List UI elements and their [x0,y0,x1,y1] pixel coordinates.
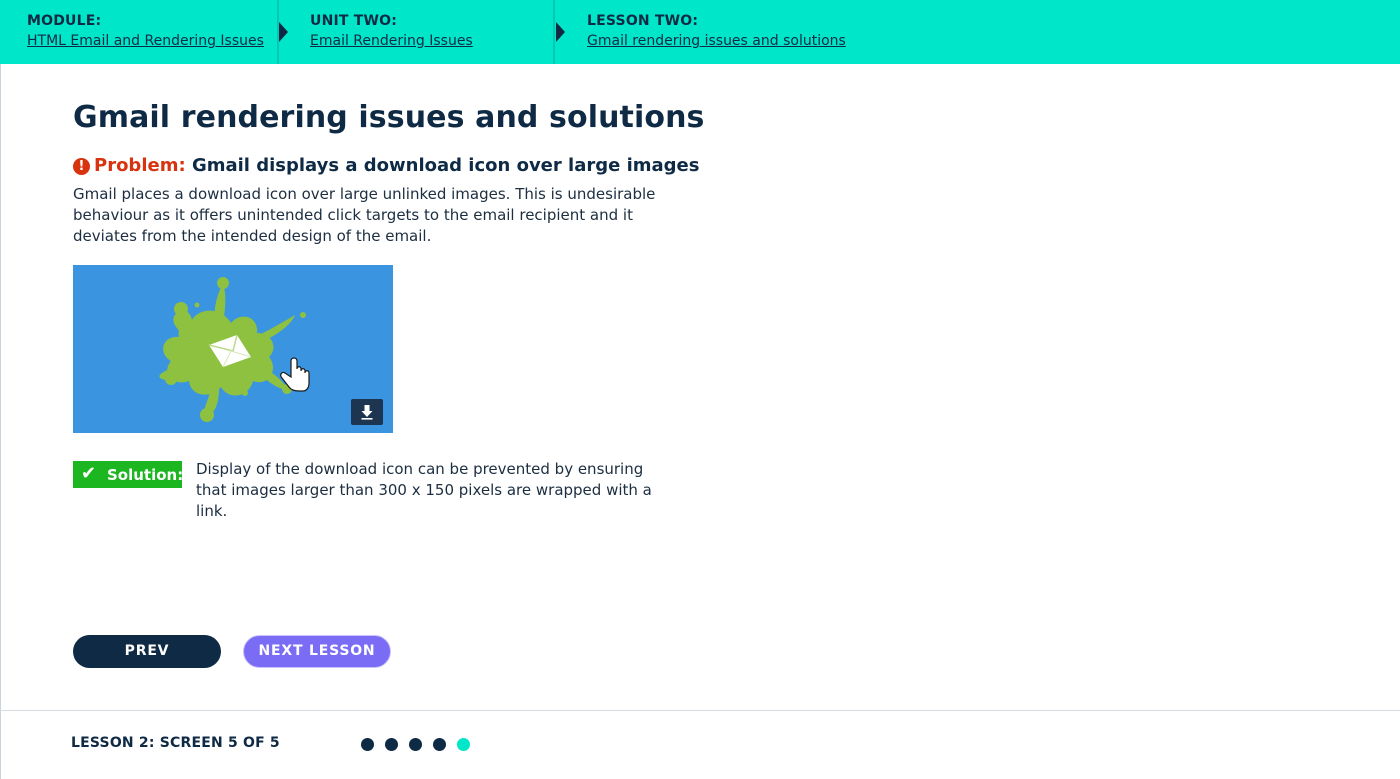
solution-badge: ✔ Solution: [73,461,184,488]
prev-button[interactable]: PREV [73,635,221,668]
breadcrumb-module-label: MODULE: [27,13,102,29]
breadcrumb-unit-label: UNIT TWO: [310,13,398,29]
solution-label: Solution: [107,466,184,484]
progress-dot-5[interactable] [457,738,470,751]
breadcrumb-unit: UNIT TWO: Email Rendering Issues [279,0,555,64]
breadcrumb-module: MODULE: HTML Email and Rendering Issues [0,0,278,64]
page-title: Gmail rendering issues and solutions [73,100,705,135]
next-lesson-button[interactable]: NEXT LESSON [243,635,391,668]
breadcrumb: MODULE: HTML Email and Rendering Issues … [0,0,1400,64]
breadcrumb-lesson-link[interactable]: Gmail rendering issues and solutions [587,33,846,49]
warning-icon: ! [73,158,90,175]
problem-label: Problem: [94,155,186,176]
left-border [0,0,1,779]
problem-text: Gmail displays a download icon over larg… [191,155,700,176]
solution-text: Display of the download icon can be prev… [196,460,652,520]
footer-divider [0,710,1400,711]
breadcrumb-lesson: LESSON TWO: Gmail rendering issues and s… [556,0,1056,64]
progress-dot-1[interactable] [361,738,374,751]
problem-heading: ! Problem: Gmail displays a download icon… [73,155,699,176]
screen-progress-label: LESSON 2: SCREEN 5 OF 5 [71,735,280,751]
progress-dot-4[interactable] [433,738,446,751]
checkmark-icon: ✔ [81,463,97,484]
download-icon [361,405,373,420]
problem-description: Gmail places a download icon over large … [73,185,656,245]
breadcrumb-lesson-label: LESSON TWO: [587,13,699,29]
download-icon-overlay[interactable] [351,399,383,425]
progress-dot-3[interactable] [409,738,422,751]
hand-cursor-icon [280,357,310,392]
breadcrumb-separator [553,0,555,64]
example-illustration [73,265,393,433]
progress-dot-2[interactable] [385,738,398,751]
breadcrumb-module-link[interactable]: HTML Email and Rendering Issues [27,33,264,49]
breadcrumb-unit-link[interactable]: Email Rendering Issues [310,33,473,49]
